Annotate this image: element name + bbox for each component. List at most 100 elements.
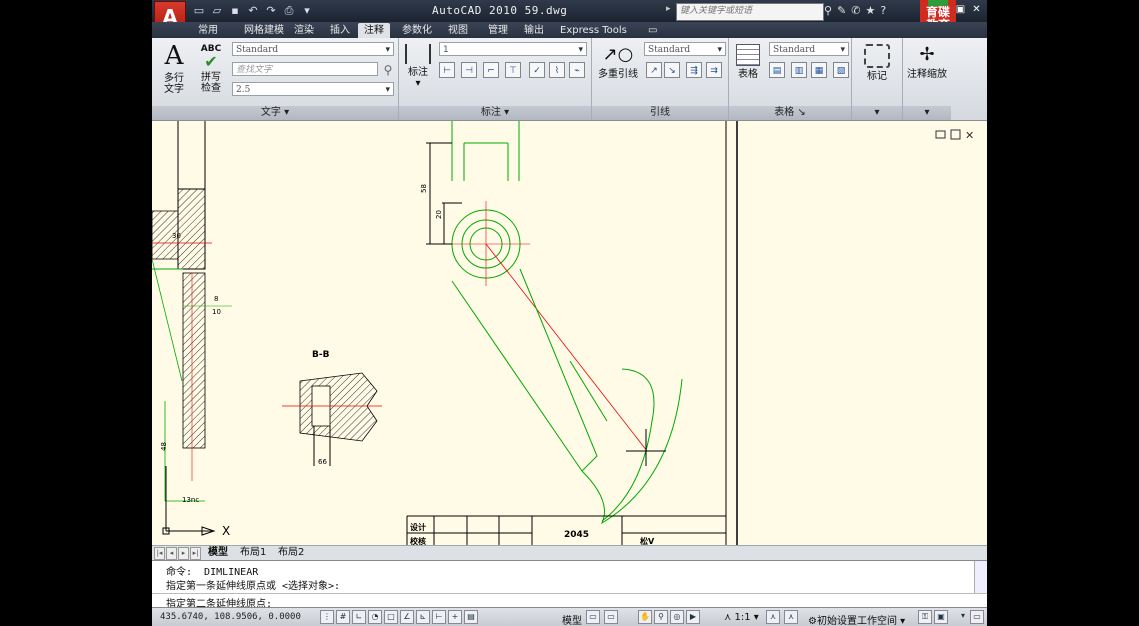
workspace-switch[interactable]: ⚙初始设置工作空间 ▾: [808, 612, 905, 626]
command-input[interactable]: 指定第二条延伸线原点:: [152, 593, 987, 610]
inspect-dim-icon[interactable]: ✓: [529, 62, 545, 78]
annotation-scale-button[interactable]: ✢ 注释缩放: [903, 44, 951, 80]
viewport-minimize-icon[interactable]: [935, 130, 946, 139]
tab-annotate[interactable]: 注释: [358, 23, 390, 38]
command-window[interactable]: 命令: DIMLINEAR 指定第一条延伸线原点或 <选择对象>: 指定第二条延…: [152, 560, 987, 610]
dimension-button[interactable]: 标注 ▾: [405, 44, 431, 89]
command-scrollbar[interactable]: [974, 561, 987, 593]
dim-style-select[interactable]: 1: [439, 42, 587, 57]
last-layout-icon[interactable]: ▸|: [190, 547, 201, 560]
link-data-icon[interactable]: ▥: [791, 62, 807, 78]
quick-view-layouts-icon[interactable]: ▭: [586, 610, 600, 624]
quick-props-icon[interactable]: ▤: [464, 610, 478, 624]
favorites-icon[interactable]: ★: [866, 4, 876, 17]
break-dim-icon[interactable]: ⌐: [483, 62, 499, 78]
multiline-text-button[interactable]: A 多行文字: [160, 42, 188, 95]
find-text-input[interactable]: 查找文字: [232, 62, 378, 76]
tray-icon[interactable]: ▣: [934, 610, 948, 624]
extract-data-icon[interactable]: ▤: [769, 62, 785, 78]
drawing-canvas[interactable]: ✕ 30 8 10 48 13nc X 58 20 B-B 66 设计 校核 2…: [152, 121, 987, 545]
ortho-mode-icon[interactable]: ∟: [352, 610, 366, 624]
viewport-close-icon[interactable]: ✕: [965, 129, 974, 142]
continue-dim-icon[interactable]: ⊣: [461, 62, 477, 78]
prev-layout-icon[interactable]: ◂: [166, 547, 177, 560]
lock-icon[interactable]: ⚿: [918, 610, 932, 624]
clean-screen-icon[interactable]: ▭: [970, 610, 984, 624]
tab-home[interactable]: 常用: [192, 23, 224, 38]
annotation-visibility-icon[interactable]: ⋏: [766, 610, 780, 624]
tab-layout2[interactable]: 布局2: [278, 546, 304, 560]
text-style-select[interactable]: Standard: [232, 42, 394, 57]
help-icon[interactable]: ?: [880, 4, 886, 17]
redo-icon[interactable]: ↷: [264, 4, 278, 18]
otrack-icon[interactable]: ∠: [400, 610, 414, 624]
close-icon[interactable]: ✕: [970, 3, 983, 16]
text-panel-label[interactable]: 文字 ▾: [152, 106, 398, 120]
coordinate-readout[interactable]: 435.6740, 108.9506, 0.0000: [160, 612, 301, 622]
new-icon[interactable]: ▭: [192, 4, 206, 18]
markup-panel-label[interactable]: ▾: [852, 106, 902, 120]
collect-leader-icon[interactable]: ⇉: [706, 62, 722, 78]
subscription-icon[interactable]: ✎: [837, 4, 846, 17]
dyn-input-icon[interactable]: ⊢: [432, 610, 446, 624]
status-menu-icon[interactable]: ▾: [956, 610, 970, 624]
snap-mode-icon[interactable]: ⋮: [320, 610, 334, 624]
annotation-scale[interactable]: ⋏ 1:1 ▾: [724, 612, 759, 623]
first-layout-icon[interactable]: |◂: [154, 547, 165, 560]
tab-mesh-modeling[interactable]: 网格建模: [238, 23, 290, 38]
tab-view[interactable]: 视图: [442, 23, 474, 38]
space-dim-icon[interactable]: ⌁: [569, 62, 585, 78]
tab-layout1[interactable]: 布局1: [240, 546, 266, 560]
download-data-icon[interactable]: ▦: [811, 62, 827, 78]
multileader-button[interactable]: ↗○ 多重引线: [596, 44, 640, 80]
text-height-select[interactable]: 2.5: [232, 82, 394, 97]
find-icon[interactable]: ⚲: [380, 62, 396, 78]
upload-data-icon[interactable]: ▧: [833, 62, 849, 78]
next-layout-icon[interactable]: ▸: [178, 547, 189, 560]
jog-line-icon[interactable]: ⌇: [549, 62, 565, 78]
search-input[interactable]: [677, 4, 833, 18]
binoculars-icon[interactable]: ⚲: [824, 4, 832, 17]
steeringwheel-icon[interactable]: ◎: [670, 610, 684, 624]
tab-output[interactable]: 输出: [518, 23, 550, 38]
leader-style-select[interactable]: Standard: [644, 42, 726, 57]
tab-model[interactable]: 模型: [208, 546, 228, 560]
quick-dim-icon[interactable]: ⊢: [439, 62, 455, 78]
model-space-toggle[interactable]: 模型: [562, 612, 582, 626]
tab-parametric[interactable]: 参数化: [396, 23, 438, 38]
autoscale-icon[interactable]: ⋏: [784, 610, 798, 624]
zoom-icon[interactable]: ⚲: [654, 610, 668, 624]
ribbon-minimize-icon[interactable]: ▭: [642, 23, 663, 38]
ducs-icon[interactable]: ⊾: [416, 610, 430, 624]
baseline-dim-icon[interactable]: ⊤: [505, 62, 521, 78]
table-style-select[interactable]: Standard: [769, 42, 849, 57]
scale-panel-label[interactable]: ▾: [903, 106, 951, 120]
search-arrow-icon[interactable]: ▸: [666, 4, 671, 14]
spell-check-button[interactable]: ABC ✔ 拼写检查: [198, 44, 224, 94]
showmotion-icon[interactable]: ▶: [686, 610, 700, 624]
tab-manage[interactable]: 管理: [482, 23, 514, 38]
osnap-icon[interactable]: □: [384, 610, 398, 624]
tab-insert[interactable]: 插入: [324, 23, 356, 38]
qat-dropdown-icon[interactable]: ▾: [300, 4, 314, 18]
viewport-restore-icon[interactable]: [950, 129, 961, 140]
tab-express-tools[interactable]: Express Tools: [554, 23, 633, 38]
communication-icon[interactable]: ✆: [851, 4, 860, 17]
print-icon[interactable]: ⎙: [282, 4, 296, 18]
drawing-area[interactable]: ✕ 30 8 10 48 13nc X 58 20 B-B 66 设计 校核 2…: [152, 121, 987, 545]
leader-panel-label[interactable]: 引线: [592, 106, 728, 120]
pan-icon[interactable]: ✋: [638, 610, 652, 624]
table-panel-label[interactable]: 表格 ↘: [729, 106, 851, 120]
quick-view-drawings-icon[interactable]: ▭: [604, 610, 618, 624]
save-icon[interactable]: ▪: [228, 4, 242, 18]
lineweight-icon[interactable]: +: [448, 610, 462, 624]
polar-tracking-icon[interactable]: ◔: [368, 610, 382, 624]
tab-render[interactable]: 渲染: [288, 23, 320, 38]
remove-leader-icon[interactable]: ↘: [664, 62, 680, 78]
search-box[interactable]: [676, 3, 833, 21]
undo-icon[interactable]: ↶: [246, 4, 260, 18]
grid-display-icon[interactable]: #: [336, 610, 350, 624]
open-icon[interactable]: ▱: [210, 4, 224, 18]
table-button[interactable]: 表格: [733, 44, 763, 80]
align-leader-icon[interactable]: ⇶: [686, 62, 702, 78]
